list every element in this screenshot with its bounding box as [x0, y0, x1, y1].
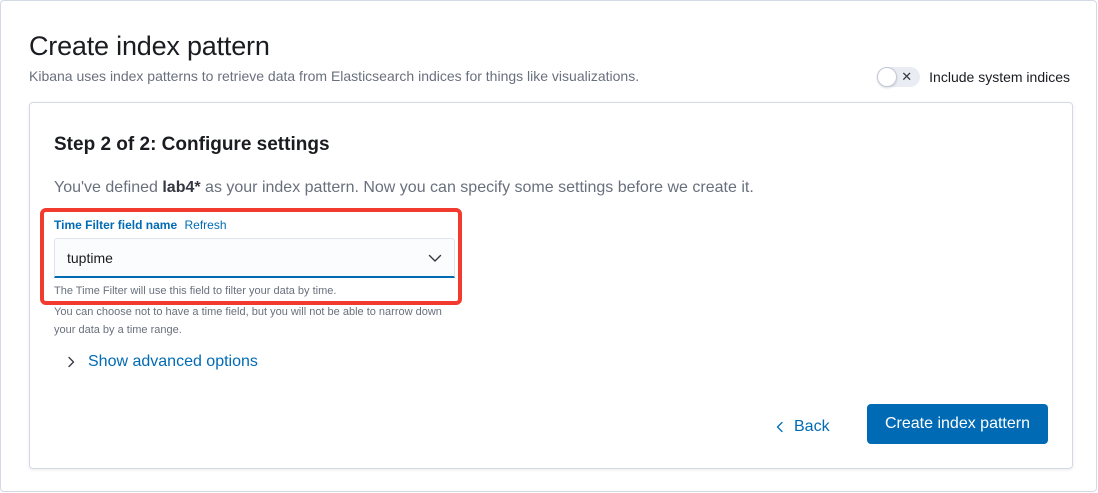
step-description: You've defined lab4* as your index patte…	[54, 179, 754, 197]
include-system-indices-switch[interactable]: ✕	[877, 67, 921, 87]
x-icon: ✕	[901, 69, 913, 84]
show-advanced-options-toggle[interactable]: Show advanced options	[66, 353, 258, 371]
time-filter-selected-value: tuptime	[67, 249, 113, 266]
time-filter-secondary-help-text: You can choose not to have a time field,…	[54, 306, 442, 336]
time-filter-label-row: Time Filter field name Refresh	[54, 218, 227, 232]
refresh-link[interactable]: Refresh	[185, 218, 227, 232]
page-subtitle: Kibana uses index patterns to retrieve d…	[29, 68, 640, 84]
step-title: Step 2 of 2: Configure settings	[54, 134, 330, 155]
configure-settings-card: Step 2 of 2: Configure settings You've d…	[29, 102, 1073, 469]
back-button[interactable]: Back	[776, 412, 830, 442]
time-filter-field-label: Time Filter field name	[54, 218, 178, 232]
chevron-down-icon	[428, 254, 442, 262]
chevron-right-icon	[68, 356, 75, 368]
back-button-label: Back	[794, 418, 830, 435]
page-panel: Create index pattern Kibana uses index p…	[0, 0, 1097, 492]
index-pattern-name: lab4*	[162, 179, 201, 196]
include-system-indices-toggle-row: ✕ Include system indices	[877, 67, 1070, 87]
time-filter-help-text: The Time Filter will use this field to f…	[54, 285, 337, 297]
chevron-left-icon	[776, 421, 783, 433]
step-desc-prefix: You've defined	[54, 179, 163, 196]
switch-knob	[877, 67, 898, 87]
include-system-indices-label[interactable]: Include system indices	[929, 69, 1070, 85]
page-title: Create index pattern	[29, 31, 270, 61]
show-advanced-options-label: Show advanced options	[88, 353, 258, 370]
time-filter-field-select[interactable]: tuptime	[54, 238, 455, 278]
step-desc-suffix: as your index pattern. Now you can speci…	[200, 179, 754, 196]
create-index-pattern-button[interactable]: Create index pattern	[867, 404, 1048, 444]
